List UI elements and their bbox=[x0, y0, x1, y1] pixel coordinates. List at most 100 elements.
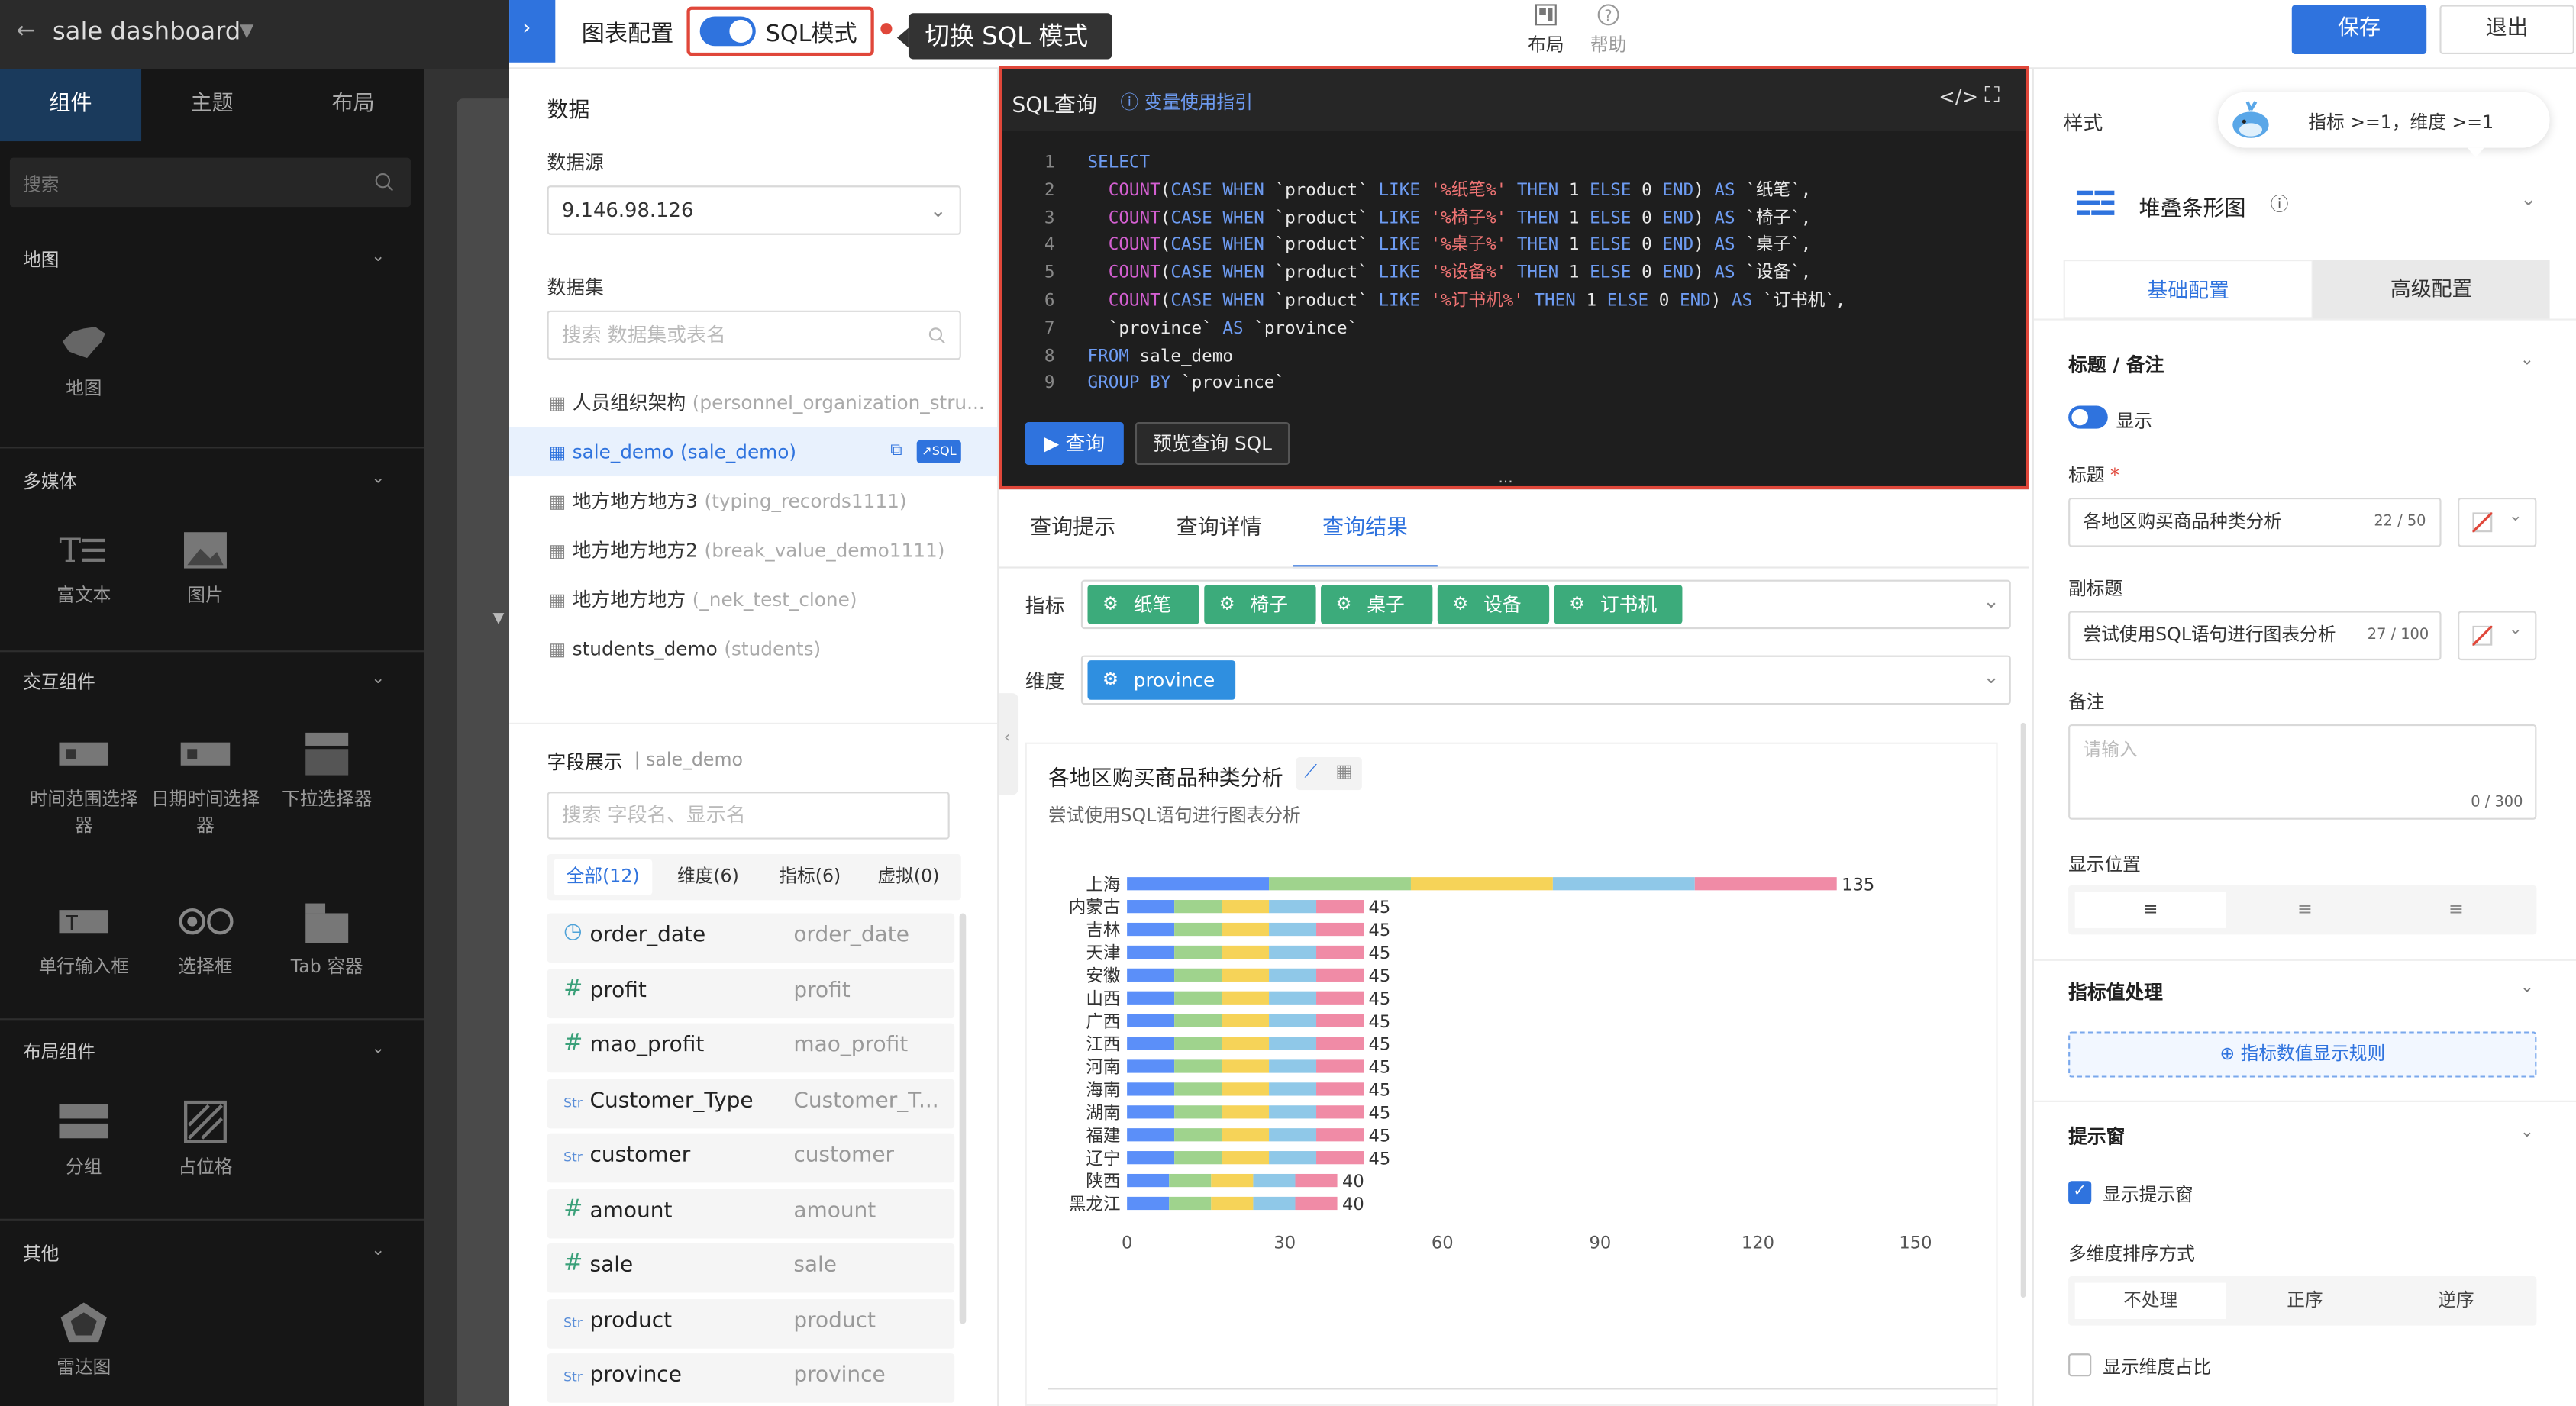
dataset-item[interactable]: ▦ students_demo (students) bbox=[509, 624, 997, 674]
field-row[interactable]: # amount amount bbox=[547, 1188, 955, 1238]
dashboard-name[interactable]: sale dashboard bbox=[53, 17, 240, 47]
section-title-other[interactable]: 其他 bbox=[23, 1240, 59, 1266]
field-row[interactable]: # profit profit bbox=[547, 968, 955, 1018]
field-row[interactable]: # mao_profit mao_profit bbox=[547, 1023, 955, 1073]
component-search-input[interactable]: 搜索 bbox=[9, 157, 411, 208]
field-row[interactable]: Str province province bbox=[547, 1353, 955, 1403]
preview-sql-button[interactable]: 预览查询 SQL bbox=[1135, 422, 1290, 465]
component-tab-container[interactable]: Tab 容器 bbox=[270, 900, 385, 979]
sql-mode-switch[interactable] bbox=[699, 16, 756, 47]
tab-basic-config[interactable]: 基础配置 bbox=[2063, 260, 2313, 319]
chevron-down-icon[interactable]: ⌄ bbox=[371, 469, 385, 488]
run-query-button[interactable]: ▶ 查询 bbox=[1025, 422, 1124, 465]
component-radio[interactable]: 选择框 bbox=[148, 900, 263, 979]
dataset-item[interactable]: ▦ 地方地方地方2 (break_value_demo1111) bbox=[509, 526, 997, 576]
sql-mode-toggle-highlight[interactable]: SQL模式 bbox=[686, 6, 874, 56]
component-map[interactable]: 地图 bbox=[26, 322, 141, 401]
save-button[interactable]: 保存 bbox=[2291, 5, 2427, 55]
align-right-button[interactable]: ≡ bbox=[2381, 892, 2532, 927]
component-placeholder[interactable]: 占位格 bbox=[148, 1100, 263, 1179]
tab-layout[interactable]: 布局 bbox=[282, 69, 424, 141]
dataset-item[interactable]: ▦ 地方地方地方 (_nek_test_clone) bbox=[509, 575, 997, 624]
note-textarea[interactable]: 请输入 0 / 300 bbox=[2068, 724, 2537, 820]
collapse-caret-icon[interactable]: ▼ bbox=[493, 611, 505, 628]
component-rich-text[interactable]: T 富文本 bbox=[26, 529, 141, 608]
copy-icon[interactable]: ⧉ bbox=[890, 427, 902, 476]
section-title-interactive[interactable]: 交互组件 bbox=[23, 669, 95, 695]
dataset-item[interactable]: ▦ sale_demo (sale_demo) ⧉ ↗SQL bbox=[509, 427, 998, 477]
sort-desc-button[interactable]: 逆序 bbox=[2381, 1283, 2532, 1319]
help-button[interactable]: ? 帮助 bbox=[1583, 0, 1633, 63]
section-title-tooltip[interactable]: 提示窗 bbox=[2068, 1124, 2125, 1150]
tab-components[interactable]: 组件 bbox=[0, 69, 142, 142]
info-circle-icon[interactable]: ⓘ bbox=[2271, 191, 2289, 217]
tab-query-detail[interactable]: 查询详情 bbox=[1177, 509, 1262, 568]
field-tab-dimension[interactable]: 维度(6) bbox=[659, 859, 757, 895]
chevron-down-icon[interactable]: ⌄ bbox=[2520, 1124, 2534, 1142]
chart-type-select[interactable]: 堆叠条形图 ⓘ ⌄ bbox=[2063, 170, 2550, 237]
dashboard-caret-icon[interactable]: ▼ bbox=[240, 20, 253, 41]
align-left-button[interactable]: ≡ bbox=[2074, 892, 2226, 928]
subtitle-color-picker[interactable]: ⌄ bbox=[2458, 611, 2537, 661]
metric-rule-button[interactable]: ⊕ 指标数值显示规则 bbox=[2068, 1031, 2537, 1078]
component-text-input[interactable]: T 单行输入框 bbox=[26, 900, 141, 979]
chevron-down-icon[interactable]: ⌄ bbox=[2520, 352, 2534, 370]
field-row[interactable]: # sale sale bbox=[547, 1243, 955, 1293]
result-scrollbar[interactable] bbox=[2020, 722, 2026, 1298]
component-datetime[interactable]: 日期时间选择器 bbox=[148, 733, 263, 838]
field-row[interactable]: Str product product bbox=[547, 1298, 955, 1348]
show-ratio-checkbox[interactable] bbox=[2068, 1353, 2092, 1377]
metric-tag[interactable]: ⚙ 订书机 bbox=[1554, 585, 1683, 624]
component-image[interactable]: 图片 bbox=[148, 529, 263, 608]
metric-tag[interactable]: ⚙ 设备 bbox=[1437, 585, 1550, 624]
metric-tag[interactable]: ⚙ 纸笔 bbox=[1087, 585, 1199, 624]
chevron-down-icon[interactable]: ⌄ bbox=[371, 670, 385, 688]
component-dropdown[interactable]: 下拉选择器 bbox=[270, 732, 385, 811]
layout-button[interactable]: 布局 bbox=[1522, 0, 1571, 63]
section-title-metric[interactable]: 指标值处理 bbox=[2068, 979, 2163, 1005]
component-group[interactable]: 分组 bbox=[26, 1101, 141, 1179]
section-title-media[interactable]: 多媒体 bbox=[23, 468, 77, 494]
field-search-input[interactable]: 搜索 字段名、显示名 bbox=[547, 792, 950, 840]
sort-none-button[interactable]: 不处理 bbox=[2074, 1282, 2226, 1319]
datasource-select[interactable]: 9.146.98.126 ⌄ bbox=[547, 185, 961, 235]
field-list-scrollbar[interactable] bbox=[959, 913, 967, 1324]
code-icon[interactable]: </> bbox=[1938, 85, 1978, 108]
metric-tag[interactable]: ⚙ 椅子 bbox=[1204, 585, 1316, 624]
variable-guide-link[interactable]: ⓘ 变量使用指引 bbox=[1121, 89, 1253, 114]
field-row[interactable]: Str Customer_Type Customer_T... bbox=[547, 1078, 955, 1128]
metric-tag[interactable]: ⚙ 桌子 bbox=[1321, 585, 1433, 624]
dataset-item[interactable]: ▦ 地方地方地方3 (typing_records1111) bbox=[509, 476, 997, 526]
chevron-down-icon[interactable]: ⌄ bbox=[371, 1040, 385, 1058]
collapse-panel-button[interactable]: › bbox=[509, 0, 556, 63]
panel-collapse-handle[interactable]: ‹ bbox=[999, 693, 1019, 795]
tab-query-hint[interactable]: 查询提示 bbox=[1030, 509, 1115, 568]
chevron-down-icon[interactable]: ⌄ bbox=[371, 1242, 385, 1260]
exit-button[interactable]: 退出 bbox=[2439, 5, 2574, 55]
chevron-down-icon[interactable]: ⌄ bbox=[2520, 979, 2534, 998]
tab-advanced-config[interactable]: 高级配置 bbox=[2313, 260, 2550, 319]
title-color-picker[interactable]: ⌄ bbox=[2458, 498, 2537, 547]
chevron-down-icon[interactable]: ⌄ bbox=[371, 248, 385, 266]
chart-view-switch[interactable]: ⟋ ▦ bbox=[1296, 757, 1362, 791]
field-row[interactable]: Str customer customer bbox=[547, 1133, 955, 1183]
subtitle-input[interactable]: 尝试使用SQL语句进行图表分析 27 / 100 bbox=[2068, 611, 2442, 661]
resize-handle[interactable]: ⋯ bbox=[1498, 476, 1528, 490]
component-radar[interactable]: 雷达图 bbox=[26, 1301, 141, 1379]
dataset-item[interactable]: ▦ 人员组织架构 (personnel_organization_stru... bbox=[509, 378, 997, 427]
sort-asc-button[interactable]: 正序 bbox=[2229, 1283, 2381, 1319]
show-title-switch[interactable] bbox=[2068, 405, 2108, 429]
field-tab-virtual[interactable]: 虚拟(0) bbox=[859, 859, 957, 895]
sql-code-area[interactable]: 1 SELECT 2 COUNT(CASE WHEN `product` LIKE … bbox=[1002, 150, 2026, 399]
table-icon[interactable]: ▦ bbox=[1335, 760, 1352, 782]
field-tab-metric[interactable]: 指标(6) bbox=[760, 859, 859, 895]
line-chart-icon[interactable]: ⟋ bbox=[1305, 760, 1318, 783]
title-input[interactable]: 各地区购买商品种类分析 22 / 50 bbox=[2068, 498, 2442, 547]
component-time-range[interactable]: 时间范围选择器 bbox=[26, 733, 141, 838]
show-tooltip-checkbox[interactable]: ✓ bbox=[2068, 1181, 2092, 1204]
dimension-tag[interactable]: ⚙ province bbox=[1087, 660, 1236, 700]
section-title-title-note[interactable]: 标题 / 备注 bbox=[2068, 352, 2164, 378]
sql-badge[interactable]: ↗SQL bbox=[916, 440, 962, 463]
align-center-button[interactable]: ≡ bbox=[2229, 892, 2381, 927]
dataset-search-input[interactable]: 搜索 数据集或表名 bbox=[547, 310, 961, 360]
